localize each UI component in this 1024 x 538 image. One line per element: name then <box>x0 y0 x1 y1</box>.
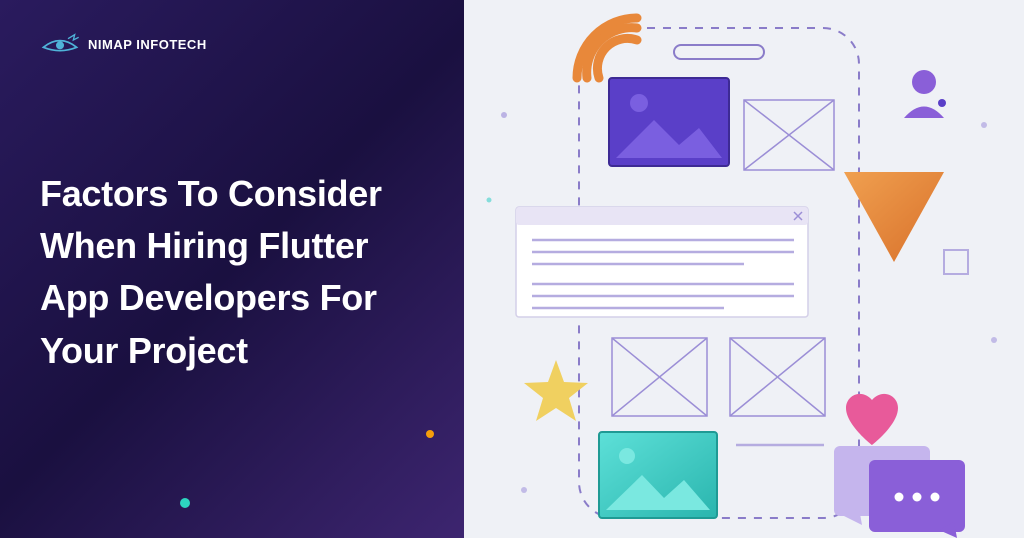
brand-logo: NIMAP INFOTECH <box>40 30 424 58</box>
phone-wireframe-illustration <box>464 0 1024 538</box>
page-headline: Factors To Consider When Hiring Flutter … <box>40 168 424 377</box>
hero-right-panel <box>464 0 1024 538</box>
decorative-dot-orange <box>426 430 434 438</box>
hero-left-panel: NIMAP INFOTECH Factors To Consider When … <box>0 0 464 538</box>
decorative-dot-teal <box>180 498 190 508</box>
brand-name: NIMAP INFOTECH <box>88 37 207 52</box>
eye-logo-icon <box>40 30 80 58</box>
